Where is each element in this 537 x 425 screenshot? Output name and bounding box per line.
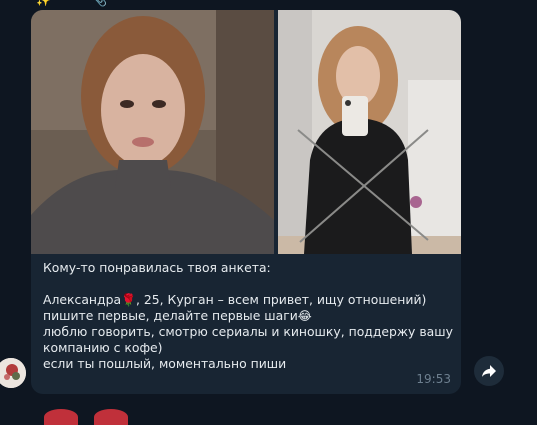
- photo-mirror-selfie-image: [278, 10, 461, 254]
- reaction-badge: [44, 409, 78, 425]
- caption-line-5: компанию с кофе): [43, 340, 163, 355]
- caption-line-3: пишите первые, делайте первые шаги😂: [43, 308, 448, 324]
- caption-line-name: Александра🌹, 25, Курган – всем привет, и…: [43, 292, 448, 308]
- photo-mirror-selfie[interactable]: [278, 10, 461, 254]
- paperclip-icon: 📎: [92, 0, 107, 7]
- photo-selfie-image: [31, 10, 274, 254]
- avatar-image: [0, 358, 26, 388]
- message-caption: Кому-то понравилась твоя анкета: Алексан…: [43, 260, 453, 372]
- reaction-badge: [94, 409, 128, 425]
- share-arrow-icon: [482, 365, 496, 377]
- message-time: 19:53: [416, 372, 451, 386]
- caption-line-1: Кому-то понравилась твоя анкета:: [43, 260, 271, 275]
- caption-blank-line: [43, 276, 448, 292]
- sparkles-icon: ✨: [36, 0, 51, 7]
- message-bubble: Кому-то понравилась твоя анкета: Алексан…: [31, 10, 461, 394]
- caption-line-6: если ты пошлый, моментально пиши: [43, 356, 287, 371]
- laughing-emoji: 😂: [297, 309, 312, 323]
- photo-selfie[interactable]: [31, 10, 274, 254]
- caption-name: Александра: [43, 292, 122, 307]
- user-avatar[interactable]: [0, 358, 26, 388]
- caption-line-3-text: пишите первые, делайте первые шаги: [43, 308, 298, 323]
- forward-button[interactable]: [474, 356, 504, 386]
- caption-line-4: люблю говорить, смотрю сериалы и киношку…: [43, 324, 453, 339]
- rose-emoji: 🌹: [121, 293, 136, 307]
- caption-name-tail: , 25, Курган – всем привет, ищу отношени…: [136, 292, 427, 307]
